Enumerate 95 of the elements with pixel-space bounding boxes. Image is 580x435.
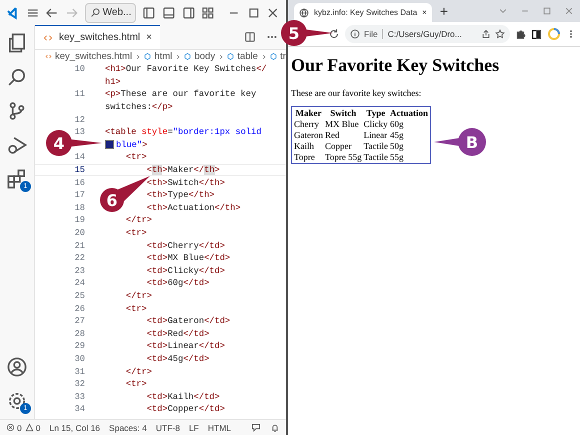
line-number: 30 bbox=[74, 354, 85, 364]
line-number: 31 bbox=[74, 366, 85, 377]
code-line: blue"> bbox=[105, 140, 148, 150]
code-line: <p>These are our favorite key bbox=[105, 89, 256, 100]
search-field[interactable]: Web... bbox=[84, 2, 136, 22]
table-cell-text: MX Blue bbox=[325, 119, 360, 129]
warnings-count[interactable]: 0 bbox=[24, 422, 40, 432]
table-header: Actuation bbox=[390, 108, 428, 118]
code-line: <tr> bbox=[126, 379, 147, 390]
status-item[interactable]: HTML bbox=[208, 422, 232, 432]
line-number: 33 bbox=[74, 392, 85, 402]
status-item[interactable]: Spaces: 4 bbox=[109, 422, 147, 432]
table-cell: Tactile bbox=[364, 141, 388, 151]
breadcrumb-item[interactable]: key_switches.html bbox=[55, 51, 132, 62]
line-number: 13 bbox=[74, 127, 85, 138]
table-cell: Linear bbox=[364, 130, 388, 140]
table-cell-text: Cherry bbox=[294, 119, 320, 129]
code-line: h1> bbox=[105, 76, 121, 87]
table-cell-text: Kailh bbox=[294, 141, 315, 151]
code-line: <td>MX Blue</td> bbox=[146, 253, 230, 264]
table-header: Maker bbox=[294, 108, 322, 118]
line-number: 27 bbox=[74, 316, 85, 326]
table-cell-text: Copper bbox=[325, 141, 352, 151]
code-line: <table style="border:1px solid bbox=[105, 127, 262, 138]
table-cell-text: 50g bbox=[390, 141, 404, 151]
page-paragraph: These are our favorite key switches: bbox=[291, 88, 422, 98]
line-number: 20 bbox=[74, 228, 85, 238]
table-cell: Gateron bbox=[294, 130, 323, 140]
line-number: 28 bbox=[74, 328, 85, 339]
line-number: 32 bbox=[74, 379, 85, 390]
status-item[interactable]: LF bbox=[188, 422, 199, 432]
code-line: <th>Switch</th> bbox=[146, 178, 225, 188]
line-number: 29 bbox=[74, 341, 85, 352]
line-number: 25 bbox=[74, 290, 85, 301]
errors-count[interactable]: 0 bbox=[6, 422, 22, 432]
table-header: Type bbox=[365, 108, 386, 118]
code-line: </tr> bbox=[126, 215, 152, 226]
status-item[interactable]: Ln 15, Col 16 bbox=[49, 422, 100, 432]
status-item[interactable]: UTF-8 bbox=[156, 422, 180, 432]
line-number: 12 bbox=[74, 114, 85, 125]
code-line: </tr> bbox=[126, 290, 152, 301]
code-line: <td>Linear</td> bbox=[146, 341, 225, 352]
table-cell: Clicky bbox=[364, 119, 388, 129]
line-number: 26 bbox=[74, 304, 85, 314]
table-cell: Topre 55g bbox=[325, 152, 362, 162]
line-number: 24 bbox=[74, 278, 85, 288]
code-line: <td>45g</td> bbox=[146, 354, 210, 364]
page-heading: Our Favorite Key Switches bbox=[291, 55, 500, 76]
address-scheme: File bbox=[364, 29, 378, 39]
code-line: </tr> bbox=[126, 366, 152, 377]
code-line: <tr> bbox=[126, 228, 147, 238]
line-number: 23 bbox=[74, 266, 85, 276]
code-line: <td>Red</td> bbox=[146, 328, 210, 339]
code-line: <td>Gateron</td> bbox=[146, 316, 230, 326]
code-line: <th>Type</th> bbox=[146, 190, 215, 200]
table-cell-text: 45g bbox=[390, 130, 404, 140]
code-line: <th>Maker</th> bbox=[146, 165, 220, 176]
code-line: <td>Clicky</td> bbox=[146, 266, 225, 276]
tab-close-button[interactable]: × bbox=[146, 32, 152, 43]
browser-tab[interactable]: kybz.info: Key Switches Data × bbox=[294, 3, 432, 22]
line-number: 34 bbox=[74, 404, 85, 414]
breadcrumb-item[interactable]: tr bbox=[280, 51, 286, 62]
line-number: 11 bbox=[74, 89, 85, 100]
address-url: C:/Users/Guy/Dro... bbox=[382, 29, 462, 39]
breadcrumb-item[interactable]: html bbox=[154, 51, 172, 62]
line-number: 17 bbox=[74, 190, 85, 200]
code-line: <td>60g</td> bbox=[146, 278, 210, 288]
line-number: 21 bbox=[74, 240, 85, 251]
line-number: 22 bbox=[74, 253, 85, 264]
table-cell-text: Topre bbox=[294, 152, 316, 162]
code-line: <td>Kailh</td> bbox=[146, 392, 220, 402]
tab-close-button[interactable]: × bbox=[422, 8, 427, 17]
code-line: <td>Cherry</td> bbox=[146, 240, 225, 251]
line-number: 19 bbox=[74, 215, 85, 226]
breadcrumb-item[interactable]: body bbox=[194, 51, 216, 62]
table-cell-text: Red bbox=[325, 130, 340, 140]
code-line: <th>Actuation</th> bbox=[146, 202, 241, 213]
line-number: 16 bbox=[74, 178, 85, 188]
code-line: <tr> bbox=[126, 304, 147, 314]
new-tab-button[interactable]: + bbox=[440, 3, 448, 19]
line-number: 14 bbox=[74, 152, 85, 162]
table-cell-text: 60g bbox=[390, 119, 404, 129]
table-cell: Tactile bbox=[364, 152, 388, 162]
line-number: 10 bbox=[74, 64, 85, 74]
address-bar[interactable]: File C:/Users/Guy/Dro... bbox=[345, 25, 510, 43]
line-number: 15 bbox=[74, 165, 85, 176]
table-header: Switch bbox=[329, 108, 358, 118]
code-line: <h1>Our Favorite Key Switches</ bbox=[105, 64, 267, 74]
code-line: switches:</p> bbox=[105, 102, 173, 112]
breadcrumb-item[interactable]: table bbox=[237, 51, 258, 62]
line-number: 18 bbox=[74, 202, 85, 213]
table-cell-text: 55g bbox=[390, 152, 404, 162]
editor-tab[interactable]: key_switches.html × bbox=[35, 25, 160, 49]
code-line: <tr> bbox=[126, 152, 147, 162]
code-line: <td>Copper</td> bbox=[146, 404, 225, 414]
